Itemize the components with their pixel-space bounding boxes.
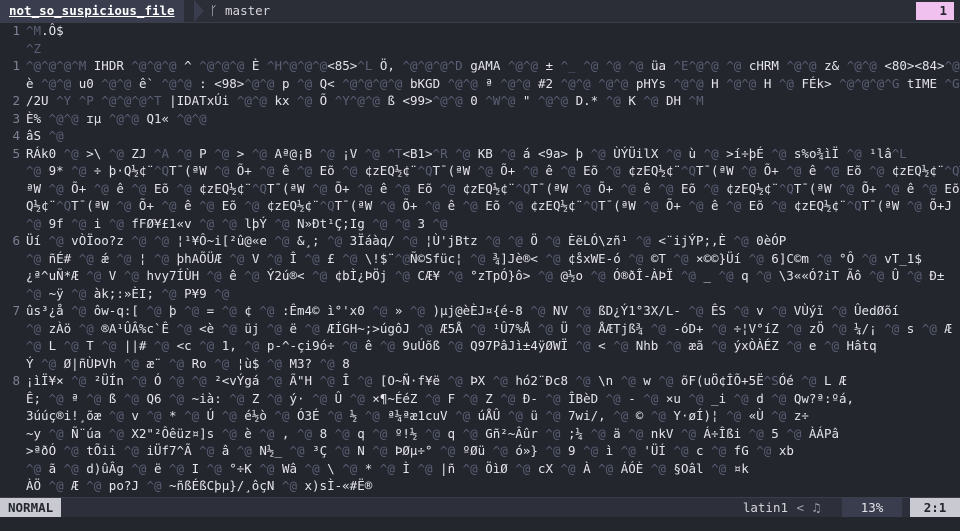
line-text: ^@ 9f ^@ i ^@ fFØ¥£1«v ^@ ^@ lþÝ ^@ N»Ðt… — [26, 215, 448, 231]
editor-line[interactable]: 3úúç®i!¸õæ ^@ v ^@ * ^@ Ú ^@ é½ò ^@ Ó3É … — [0, 407, 960, 425]
line-number: 6 — [12, 233, 20, 248]
editor-line[interactable]: 4 âS ^@ — [0, 127, 960, 145]
editor-line[interactable]: Ý ^@ Ø|ñÙÞVh ^@ æ¨ ^@ Ro ^@ ¦ù$ ^@ M3? ^… — [0, 355, 960, 373]
editor-line[interactable]: ^@ L ^@ T ^@ ||# ^@ <c ^@ 1, ^@ p-^-çi9ó… — [0, 337, 960, 355]
editor-line[interactable]: 8 ¡ìÏ¥× ^@ ²ÜÍn ^@ Ó ^@ ^@ ²<vÝgá ^@ Ã"H … — [0, 372, 960, 390]
editor-line[interactable]: Ê; ^@ ª ^@ ß ^@ Q6 ^@ ~ià: ^@ Z ^@ ý· ^@… — [0, 390, 960, 408]
line-text: RÁk0 ^@ >\ ^@ ZJ ^A ^@ P ^@ > ^@ Aª@¡B ^… — [26, 145, 907, 161]
line-text: ^@ ~ÿ ^@ àk;:»ÈI; ^@ P¥9 ^@ — [26, 285, 230, 301]
editor-line[interactable]: ^@ ñÉ# ^@ ǽ ^@ ¦ ^@ þhAÕÜÆ ^@ V ^@ Î ^@ … — [0, 250, 960, 268]
branch-name: master — [225, 3, 271, 18]
editor-line[interactable]: ^@ ã ^@ d)ûÂg ^@ ë ^@ I ^@ °÷K ^@ Wâ ^@ … — [0, 460, 960, 478]
line-text: ^@ zÀö ^@ ®A¹ÛÂ%c`Ê ^@ <è ^@ üj ^@ ë ^@ … — [26, 320, 952, 336]
line-number: 4 — [12, 128, 20, 143]
editor-line[interactable]: ^@ ~ÿ ^@ àk;:»ÈI; ^@ P¥9 ^@ — [0, 285, 960, 303]
line-number: 1 — [12, 23, 20, 38]
line-text: /2U ^Y ^P ^@^@^@^T |IDATxÚi ^@^@ kx ^@ Õ… — [26, 93, 704, 108]
editor-pane[interactable]: 1 ^M.Ô$ ^Z 1 ^@^@^@^M IHDR ^@^@^@ ^ ^@^@^@ È… — [0, 22, 960, 496]
git-branch-icon: ᚴ — [210, 3, 226, 18]
line-text: ÀÖ ^@ Æ ^@ po?J ^@ ~ñßÉßCþµ}/¸ôçN ^@ x)s… — [26, 478, 373, 493]
editor-line[interactable]: 1 ^M.Ô$ — [0, 22, 960, 40]
editor-line[interactable]: ªW ^@ Õ+ ^@ ê ^@ Eõ ^@ ¢zEQ½¢¨^QT¯(ªW ^@… — [0, 180, 960, 198]
line-text: Q½¢¨^QT¯(ªW ^@ Õ+ ^@ ê ^@ Eõ ^@ ¢zEQ½¢¨^… — [26, 198, 960, 213]
editor-line[interactable]: 5 RÁk0 ^@ >\ ^@ ZJ ^A ^@ P ^@ > ^@ Aª@¡B … — [0, 145, 960, 163]
line-number: 7 — [12, 303, 20, 318]
line-text: ^@ L ^@ T ^@ ||# ^@ <c ^@ 1, ^@ p-^-çi9ó… — [26, 338, 877, 353]
line-text: ^@ ñÉ# ^@ ǽ ^@ ¦ ^@ þhAÕÜÆ ^@ V ^@ Î ^@ … — [26, 250, 922, 266]
status-line: NORMAL latin1 < ♫ 13% 2:1 — [0, 497, 960, 518]
line-text: ªW ^@ Õ+ ^@ ê ^@ Eõ ^@ ¢zEQ½¢¨^QT¯(ªW ^@… — [26, 180, 960, 196]
line-text: ¿ª^uÑ*Æ ^@ V ^@ hvy7ÍÙH ^@ ê ^@ Ý2ú®< ^@… — [26, 268, 945, 283]
line-text: 3úúç®i!¸õæ ^@ v ^@ * ^@ Ú ^@ é½ò ^@ Ó3É … — [26, 408, 809, 423]
line-number: 3 — [12, 110, 20, 126]
line-text: ~y ^@ Ñ¨úa ^@ X2"²Ôêüz¤]s ^@ è ^@ , ^@ 8… — [26, 425, 840, 441]
line-text: >ªðÓ ^@ tÕii ^@ iÜf7^Ã ^@ â ^@ N½_ ^@ ³Ç… — [26, 443, 794, 458]
editor-line[interactable]: 3 È% ^@^@ ɪµ ^@^@ Q1« ^@^@ — [0, 110, 960, 128]
line-number: 5 — [12, 145, 20, 161]
bell-icon: ♫ — [812, 500, 820, 515]
line-number: 2 — [12, 93, 20, 108]
editor-line[interactable]: ÀÖ ^@ Æ ^@ po?J ^@ ~ñßÉßCþµ}/¸ôçN ^@ x)s… — [0, 477, 960, 495]
line-text: ^@^@^@^M IHDR ^@^@^@ ^ ^@^@^@ È ^H^@^@^@… — [26, 58, 960, 73]
tabline: not_so_suspicious_file ᚴ master 1 — [0, 0, 960, 23]
line-text: È% ^@^@ ɪµ ^@^@ Q1« ^@^@ — [26, 110, 207, 126]
line-text: Üí ^@ vÒÏoo?z ^@ ^@ ¦¹¥Ô~i[²û@«e ^@ &¸; … — [26, 233, 787, 248]
chevron-left-icon: < — [796, 500, 804, 515]
line-number: 8 — [12, 373, 20, 388]
line-text: ^M.Ô$ — [26, 23, 64, 38]
editor-line[interactable]: 6 Üí ^@ vÒÏoo?z ^@ ^@ ¦¹¥Ô~i[²û@«e ^@ &¸;… — [0, 232, 960, 250]
editor-line[interactable]: ^@ 9* ^@ ÷ þ·Q½¢¨^QT¯(ªW ^@ Õ+ ^@ ê ^@ E… — [0, 162, 960, 180]
tab-separator — [194, 0, 204, 22]
editor-line[interactable]: ^Z — [0, 40, 960, 58]
line-text: è ^@^@ u0 ^@^@ ê` ^@^@ : <98>^@^@ p ^@ Q… — [26, 75, 960, 91]
editor-line[interactable]: ^@ zÀö ^@ ®A¹ÛÂ%c`Ê ^@ <è ^@ üj ^@ ë ^@ … — [0, 320, 960, 338]
scroll-percent: 13% — [842, 498, 902, 518]
editor-line[interactable]: 1 ^@^@^@^M IHDR ^@^@^@ ^ ^@^@^@ È ^H^@^@^… — [0, 57, 960, 75]
editor-line[interactable]: Q½¢¨^QT¯(ªW ^@ Õ+ ^@ ê ^@ Eõ ^@ ¢zEQ½¢¨^… — [0, 197, 960, 215]
line-text: Ê; ^@ ª ^@ ß ^@ Q6 ^@ ~ià: ^@ Z ^@ ý· ^@… — [26, 390, 855, 406]
editor-line[interactable]: >ªðÓ ^@ tÕii ^@ iÜf7^Ã ^@ â ^@ N½_ ^@ ³Ç… — [0, 442, 960, 460]
editor-line[interactable]: ~y ^@ Ñ¨úa ^@ X2"²Ôêüz¤]s ^@ è ^@ , ^@ 8… — [0, 425, 960, 443]
editor-line[interactable]: è ^@^@ u0 ^@^@ ê` ^@^@ : <98>^@^@ p ^@ Q… — [0, 75, 960, 93]
line-text: Ý ^@ Ø|ñÙÞVh ^@ æ¨ ^@ Ro ^@ ¦ù$ ^@ M3? ^… — [26, 355, 350, 371]
git-branch: ᚴ master — [210, 0, 270, 22]
line-text: ûs³¿å ^@ ôw-q:[ ^@ þ ^@ = ^@ ¢ ^@ :Êm4© … — [26, 303, 900, 318]
line-number: 9 — [0, 495, 26, 497]
buffer-count-badge[interactable]: 1 — [916, 2, 954, 20]
mode-indicator: NORMAL — [0, 498, 62, 518]
line-text: âS ^@ — [26, 128, 64, 143]
command-line[interactable] — [0, 517, 960, 531]
editor-line[interactable]: 2/2U ^Y ^P ^@^@^@^T |IDATxÚi ^@^@ kx ^@ … — [0, 92, 960, 110]
line-text: ¡ìÏ¥× ^@ ²ÜÍn ^@ Ó ^@ ^@ ²<vÝgá ^@ Ã"H ^… — [26, 373, 847, 388]
cursor-position: 2:1 — [910, 498, 960, 518]
file-encoding: latin1 — [742, 500, 788, 515]
editor-line[interactable]: 9^@ K ^@ J°ÿ± ^@ :/ ^@ &¤D ^@ ê ^@ ðM¿³^… — [0, 495, 960, 497]
line-text: ^@ ã ^@ d)ûÂg ^@ ë ^@ I ^@ °÷K ^@ Wâ ^@ … — [26, 460, 749, 476]
editor-line[interactable]: 7 ûs³¿å ^@ ôw-q:[ ^@ þ ^@ = ^@ ¢ ^@ :Êm4©… — [0, 302, 960, 320]
line-text: ^Z — [26, 40, 42, 56]
editor-line[interactable]: ¿ª^uÑ*Æ ^@ V ^@ hvy7ÍÙH ^@ ê ^@ Ý2ú®< ^@… — [0, 267, 960, 285]
line-text: ^@ 9* ^@ ÷ þ·Q½¢¨^QT¯(ªW ^@ Õ+ ^@ ê ^@ E… — [26, 163, 960, 178]
tab-file-name[interactable]: not_so_suspicious_file — [0, 0, 184, 22]
line-text: ^@ K ^@ J°ÿ± ^@ :/ ^@ &¤D ^@ ê ^@ ðM¿³^¥… — [26, 496, 786, 497]
line-number: 1 — [12, 58, 20, 73]
editor-line[interactable]: ^@ 9f ^@ i ^@ fFØ¥£1«v ^@ ^@ lþÝ ^@ N»Ðt… — [0, 215, 960, 233]
